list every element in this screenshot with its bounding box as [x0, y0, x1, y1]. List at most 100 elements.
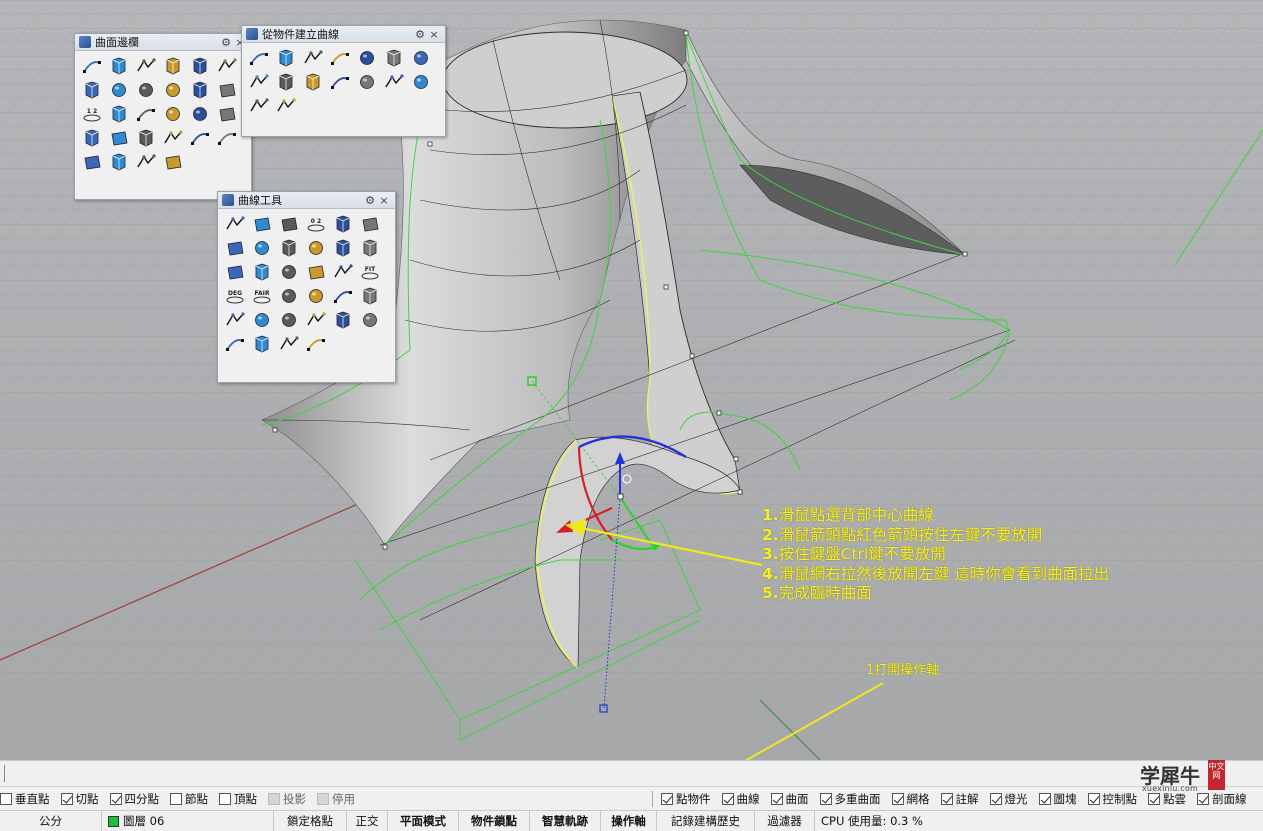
sphere-icon[interactable]: [134, 79, 158, 101]
symmetry-icon[interactable]: [358, 213, 382, 235]
filter-圖塊[interactable]: 圖塊: [1038, 791, 1077, 807]
osnap-切點[interactable]: 切點: [60, 791, 99, 807]
osnap-垂直點[interactable]: 垂直點: [0, 791, 50, 807]
planar-toggle[interactable]: 平面模式: [388, 811, 459, 831]
smart-track-toggle[interactable]: 智慧軌跡: [530, 811, 601, 831]
filter-曲面[interactable]: 曲面: [770, 791, 809, 807]
rebuild-icon[interactable]: [358, 237, 382, 259]
bend-icon[interactable]: [161, 127, 185, 149]
x-delete-icon[interactable]: [250, 309, 274, 331]
twist-icon[interactable]: [215, 103, 239, 125]
gear-icon[interactable]: ⚙: [363, 194, 377, 207]
sphere-small-icon[interactable]: [277, 333, 301, 355]
checkbox[interactable]: [109, 792, 122, 805]
extend-curve-icon[interactable]: [304, 237, 328, 259]
checkbox[interactable]: [170, 792, 182, 805]
filter-toggle[interactable]: 過濾器: [755, 811, 815, 831]
unroll-icon[interactable]: [107, 151, 131, 173]
connect-icon[interactable]: [223, 261, 247, 283]
fit-icon[interactable]: FIT: [358, 261, 382, 283]
silhouette-icon[interactable]: [247, 71, 271, 93]
checkbox[interactable]: [60, 792, 73, 805]
cube-mesh-icon[interactable]: [134, 151, 158, 173]
match-curve-icon[interactable]: 0 2: [304, 213, 328, 235]
fillet-curve-icon[interactable]: [223, 213, 247, 235]
checkbox[interactable]: [268, 792, 280, 805]
record-history-toggle[interactable]: 記錄建構歷史: [657, 811, 755, 831]
gear-icon[interactable]: ⚙: [219, 36, 233, 49]
dot-insert-icon[interactable]: [331, 309, 355, 331]
osnap-四分點[interactable]: 四分點: [109, 791, 159, 807]
tab-icon[interactable]: [80, 151, 104, 173]
corner-points-surface-icon[interactable]: [107, 55, 131, 77]
checkbox[interactable]: [721, 793, 734, 805]
checkbox[interactable]: [891, 793, 904, 805]
checkbox[interactable]: [1087, 793, 1100, 805]
filter-註解[interactable]: 註解: [940, 791, 979, 807]
extract-isocurve-icon[interactable]: [274, 71, 298, 93]
walk-icon[interactable]: [304, 261, 328, 283]
close-icon[interactable]: ×: [427, 28, 441, 41]
network-icon[interactable]: [107, 103, 131, 125]
extract-wireframe-icon[interactable]: [328, 71, 352, 93]
plane-rect-icon[interactable]: [80, 79, 104, 101]
pull-icon[interactable]: [328, 47, 352, 69]
degree-icon[interactable]: DEG: [223, 285, 247, 307]
checkbox[interactable]: [219, 792, 231, 805]
units-pane[interactable]: 公分: [0, 811, 102, 831]
sweep-2-icon[interactable]: [188, 79, 212, 101]
blend-curve-icon[interactable]: [277, 213, 301, 235]
create-uv-icon[interactable]: [301, 71, 325, 93]
dotted-line-icon[interactable]: [331, 237, 355, 259]
from-object-toolbar-title[interactable]: 從物件建立曲線 ⚙ ×: [242, 26, 445, 43]
fair-icon[interactable]: FAIR: [250, 285, 274, 307]
cone-icon[interactable]: [107, 127, 131, 149]
filter-網格[interactable]: 網格: [891, 791, 930, 807]
duplicate-border-icon[interactable]: [274, 47, 298, 69]
arc-simple-icon[interactable]: [223, 333, 247, 355]
climb-icon[interactable]: [331, 261, 355, 283]
osnap-停用[interactable]: 停用: [317, 791, 355, 807]
point-cloud-icon[interactable]: [382, 71, 406, 93]
weld-icon[interactable]: [250, 261, 274, 283]
adjust-seam-icon[interactable]: [331, 213, 355, 235]
osnap-投影[interactable]: 投影: [268, 791, 306, 807]
checkbox[interactable]: [819, 793, 832, 805]
loft-icon[interactable]: 1 2: [80, 103, 104, 125]
grid-surface-icon[interactable]: [107, 79, 131, 101]
flow-along-icon[interactable]: [247, 95, 271, 117]
bracket-icon[interactable]: [304, 285, 328, 307]
project-icon[interactable]: [301, 47, 325, 69]
edge-curves-surface-icon[interactable]: [134, 55, 158, 77]
cylinder-rect-icon[interactable]: [250, 333, 274, 355]
from-object-toolbar-panel[interactable]: 從物件建立曲線 ⚙ ×: [241, 25, 446, 137]
section-icon[interactable]: [409, 47, 433, 69]
arrow-right-icon[interactable]: [277, 309, 301, 331]
patch-icon[interactable]: [188, 55, 212, 77]
chamfer-icon[interactable]: [250, 213, 274, 235]
mesh-outline-icon[interactable]: [409, 71, 433, 93]
gear-icon[interactable]: ⚙: [413, 28, 427, 41]
blend-icon[interactable]: [161, 103, 185, 125]
pointer-icon[interactable]: [223, 309, 247, 331]
cap-icon[interactable]: [80, 127, 104, 149]
ellipsoid-icon[interactable]: [188, 127, 212, 149]
checkbox[interactable]: [770, 793, 783, 805]
checkbox[interactable]: [1038, 793, 1051, 805]
tween-icon[interactable]: [277, 261, 301, 283]
filter-曲線[interactable]: 曲線: [721, 791, 760, 807]
osnap-節點[interactable]: 節點: [170, 791, 208, 807]
close-icon[interactable]: ×: [377, 194, 391, 207]
offset-icon[interactable]: [188, 103, 212, 125]
checkbox[interactable]: [940, 793, 953, 805]
filter-燈光[interactable]: 燈光: [989, 791, 1028, 807]
ortho-toggle[interactable]: 正交: [347, 811, 388, 831]
control-pts-icon[interactable]: [277, 285, 301, 307]
filter-控制點[interactable]: 控制點: [1087, 791, 1137, 807]
offset-curve-icon[interactable]: [223, 237, 247, 259]
select-arrow-icon[interactable]: [80, 55, 104, 77]
duplicate-edge-icon[interactable]: [247, 47, 271, 69]
fan-surface-icon[interactable]: [215, 55, 239, 77]
isometric-box-icon[interactable]: [274, 95, 298, 117]
arc-blend-icon[interactable]: [250, 237, 274, 259]
